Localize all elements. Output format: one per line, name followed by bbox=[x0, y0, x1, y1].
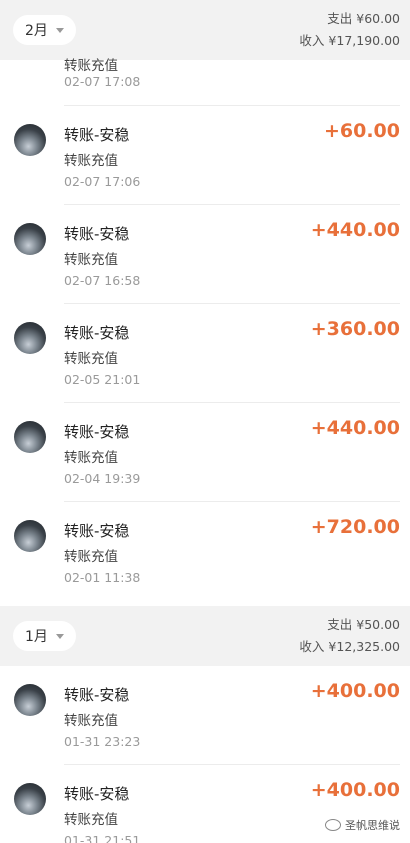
month-selector-jan[interactable]: 1月 bbox=[13, 621, 76, 651]
month-selector-feb[interactable]: 2月 bbox=[13, 15, 76, 45]
month-header-feb: 2月 支出 ¥60.00 收入 ¥17,190.00 bbox=[0, 0, 410, 60]
month-summary-jan: 支出 ¥50.00 收入 ¥12,325.00 bbox=[299, 614, 400, 658]
list-item[interactable]: 转账-安稳 转账充值 01-31 23:23 +400.00 bbox=[0, 666, 410, 765]
tx-amount: +60.00 bbox=[323, 120, 400, 142]
list-item-partial[interactable]: 转账充值 02-07 17:08 bbox=[0, 58, 410, 106]
list-item[interactable]: 转账-安稳 转账充值 02-07 17:06 +60.00 bbox=[0, 106, 410, 205]
chevron-down-icon bbox=[55, 633, 64, 639]
tx-subtitle: 转账充值 bbox=[64, 153, 118, 169]
tx-title: 转账-安稳 bbox=[64, 126, 130, 144]
tx-amount: +360.00 bbox=[310, 318, 400, 340]
tx-title: 转账-安稳 bbox=[64, 225, 130, 243]
tx-amount: +400.00 bbox=[310, 680, 400, 702]
avatar bbox=[14, 520, 46, 552]
income-label: 收入 bbox=[299, 33, 325, 48]
watermark-text: 圣帆思维说 bbox=[345, 819, 400, 832]
tx-time: 02-05 21:01 bbox=[64, 372, 141, 387]
tx-subtitle: 转账充值 bbox=[64, 252, 118, 268]
income-label: 收入 bbox=[299, 639, 325, 654]
list-item[interactable]: 转账-安稳 转账充值 02-05 21:01 +360.00 bbox=[0, 304, 410, 403]
tx-time: 02-04 19:39 bbox=[64, 471, 141, 486]
tx-amount: +440.00 bbox=[310, 219, 400, 241]
avatar bbox=[14, 684, 46, 716]
tx-subtitle: 转账充值 bbox=[64, 812, 118, 828]
tx-amount: +400.00 bbox=[310, 779, 400, 801]
list-item[interactable]: 转账-安稳 转账充值 02-04 19:39 +440.00 bbox=[0, 403, 410, 502]
income-value: ¥17,190.00 bbox=[328, 33, 400, 48]
expense-value: ¥50.00 bbox=[356, 617, 400, 632]
chevron-down-icon bbox=[55, 27, 64, 33]
avatar bbox=[14, 223, 46, 255]
tx-subtitle: 转账充值 bbox=[64, 549, 118, 565]
tx-time: 01-31 21:51 bbox=[64, 833, 141, 843]
expense-value: ¥60.00 bbox=[356, 11, 400, 26]
expense-label: 支出 bbox=[327, 11, 353, 26]
wechat-icon bbox=[325, 819, 341, 831]
tx-subtitle: 转账充值 bbox=[64, 713, 118, 729]
month-label: 2月 bbox=[25, 23, 48, 39]
tx-subtitle: 转账充值 bbox=[64, 351, 118, 367]
avatar bbox=[14, 421, 46, 453]
month-label: 1月 bbox=[25, 629, 48, 645]
list-item[interactable]: 转账-安稳 转账充值 02-01 11:38 +720.00 bbox=[0, 502, 410, 601]
list-item[interactable]: 转账-安稳 转账充值 02-07 16:58 +440.00 bbox=[0, 205, 410, 304]
tx-title: 转账-安稳 bbox=[64, 785, 130, 803]
tx-time: 02-07 17:06 bbox=[64, 174, 141, 189]
tx-amount: +720.00 bbox=[310, 516, 400, 538]
tx-amount: +440.00 bbox=[310, 417, 400, 439]
income-value: ¥12,325.00 bbox=[328, 639, 400, 654]
month-header-jan: 1月 支出 ¥50.00 收入 ¥12,325.00 bbox=[0, 606, 410, 666]
tx-subtitle: 转账充值 bbox=[64, 450, 118, 466]
avatar bbox=[14, 322, 46, 354]
month-summary-feb: 支出 ¥60.00 收入 ¥17,190.00 bbox=[299, 8, 400, 52]
expense-label: 支出 bbox=[327, 617, 353, 632]
avatar bbox=[14, 783, 46, 815]
tx-title: 转账-安稳 bbox=[64, 522, 130, 540]
avatar bbox=[14, 124, 46, 156]
tx-time: 02-07 16:58 bbox=[64, 273, 141, 288]
watermark: 圣帆思维说 bbox=[325, 817, 400, 833]
tx-time: 01-31 23:23 bbox=[64, 734, 141, 749]
tx-title: 转账-安稳 bbox=[64, 686, 130, 704]
tx-title: 转账-安稳 bbox=[64, 324, 130, 342]
tx-time: 02-01 11:38 bbox=[64, 570, 141, 585]
tx-title: 转账-安稳 bbox=[64, 423, 130, 441]
tx-subtitle: 转账充值 bbox=[64, 58, 118, 74]
tx-time: 02-07 17:08 bbox=[64, 74, 141, 89]
